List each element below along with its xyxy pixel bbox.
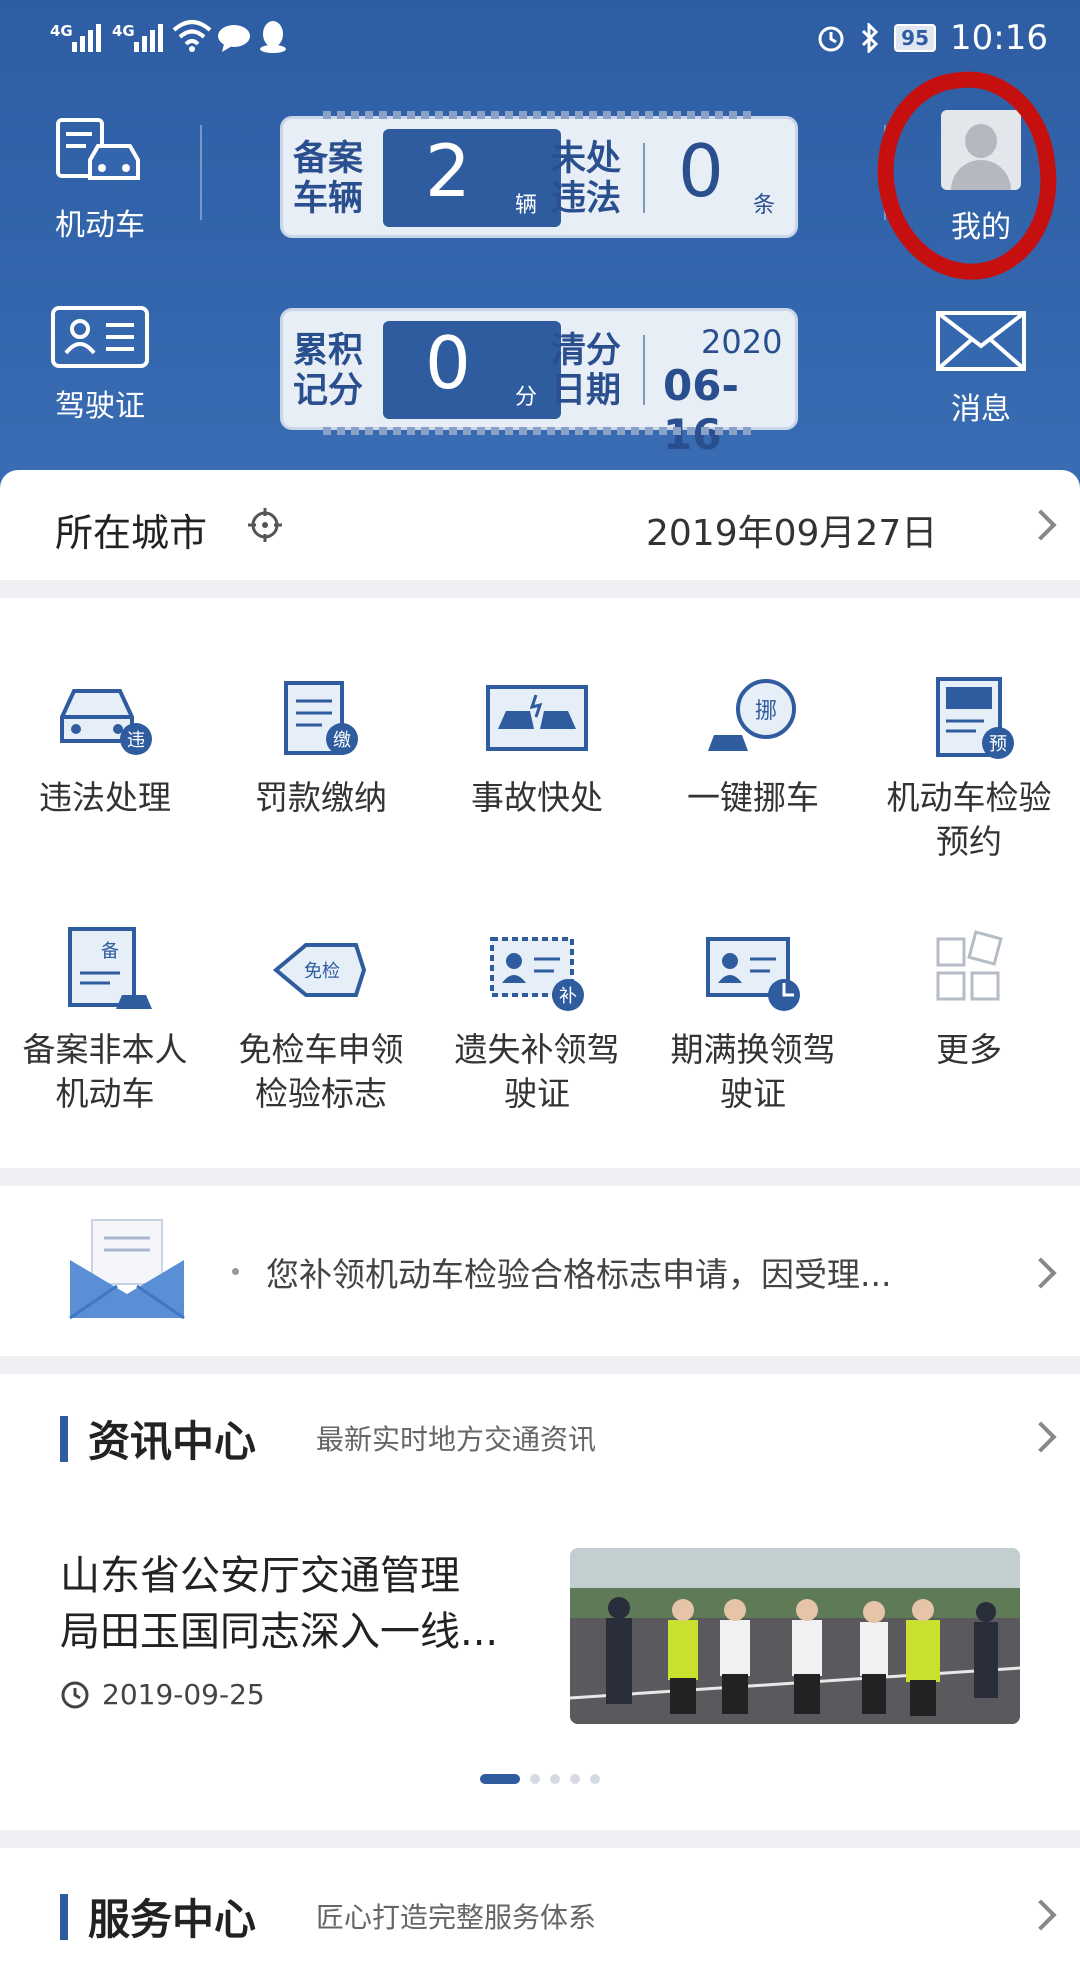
messages-entry[interactable]: 消息 — [918, 310, 1044, 428]
chevron-right-icon[interactable] — [1025, 1257, 1057, 1289]
exempt-badge-icon: 免检 — [272, 943, 367, 997]
license-entry-label: 驾驶证 — [55, 389, 145, 424]
svg-text:挪: 挪 — [755, 699, 777, 724]
news-photo[interactable] — [570, 1548, 1020, 1724]
vehicle-entry-label: 机动车 — [55, 208, 145, 243]
news-headline: 山东省公安厅交通管理 局田玉国同志深入一线... — [60, 1553, 499, 1655]
signal-icon — [72, 22, 101, 52]
register-doc-icon: 备 — [68, 927, 152, 1009]
service-register-other-vehicle[interactable]: 备 备案非本人机动车 — [0, 920, 210, 1116]
points-value: 0 — [425, 321, 471, 405]
license-entry[interactable]: 驾驶证 — [40, 305, 160, 425]
header: 4G 4G 95 10:16 机动车 驾驶证 备案 车辆 2 辆 未处 违法 0… — [0, 0, 1080, 500]
service-label: 事故快处 — [471, 778, 603, 817]
locate-icon[interactable] — [246, 506, 284, 544]
service-exempt-sticker[interactable]: 免检 免检车申领检验标志 — [216, 920, 426, 1116]
mail-icon — [936, 311, 1026, 371]
points-unit: 分 — [515, 385, 538, 410]
clear-date-year: 2020 — [701, 323, 783, 361]
points-card[interactable]: 累积记分 0 分 清分日期 2020 06-16 — [280, 308, 798, 459]
sim1-label: 4G — [50, 22, 73, 40]
vehicles-label: 备案 车辆 — [293, 139, 364, 219]
violations-unit: 条 — [753, 193, 776, 218]
service-label: 备案非本人机动车 — [22, 1030, 188, 1113]
news-date: 2019-09-25 — [102, 1678, 265, 1711]
license-renew-icon — [706, 937, 800, 1011]
chat-icon — [218, 25, 250, 52]
service-fine-payment[interactable]: 缴 罚款缴纳 — [216, 668, 426, 820]
service-section-subtitle[interactable]: 匠心打造完整服务体系 — [316, 1896, 596, 1936]
more-grid-icon — [936, 930, 1003, 1001]
wifi-icon — [172, 20, 212, 52]
service-center-section: 服务中心 匠心打造完整服务体系 — [0, 1848, 1080, 1979]
clear-date-label: 清分 日期 — [551, 331, 622, 411]
status-bar: 4G 4G 95 10:16 — [0, 0, 1080, 82]
move-car-icon: 挪 — [708, 679, 796, 751]
battery-icon: 95 — [894, 24, 937, 52]
service-section-title: 服务中心 — [88, 1895, 257, 1944]
service-grid: 违 违法处理 缴 罚款缴纳 事故快处 挪 一键挪车 预 机动车检验预约 备 备案… — [0, 598, 1080, 1168]
svg-text:预: 预 — [989, 734, 1007, 755]
sim2-label: 4G — [112, 22, 135, 40]
service-more[interactable]: 更多 — [864, 920, 1074, 1072]
clear-date-value: 06-16 — [663, 361, 739, 459]
service-label: 期满换领驾驶证 — [670, 1030, 836, 1113]
notice-text: 您补领机动车检验合格标志申请，因受理... — [266, 1255, 892, 1294]
service-label: 一键挪车 — [687, 778, 819, 817]
service-label: 违法处理 — [39, 778, 171, 817]
car-crash-icon — [486, 685, 588, 751]
vehicles-count: 2 — [425, 129, 471, 213]
service-label: 遗失补领驾驶证 — [454, 1030, 620, 1113]
city-row[interactable]: 所在城市 2019年09月27日 — [0, 470, 1080, 580]
service-label: 机动车检验预约 — [886, 778, 1052, 861]
violations-count: 0 — [678, 129, 724, 213]
vehicles-unit: 辆 — [515, 193, 538, 218]
inspection-doc-icon: 预 — [936, 677, 1014, 759]
service-label: 罚款缴纳 — [255, 778, 387, 817]
svg-text:补: 补 — [559, 986, 577, 1007]
vehicle-doc-icon — [56, 118, 140, 180]
envelope-icon — [69, 1219, 185, 1320]
svg-text:缴: 缴 — [333, 730, 351, 751]
svg-text:免检: 免检 — [304, 961, 340, 982]
bill-icon: 缴 — [284, 681, 358, 755]
carousel-indicator[interactable] — [480, 1774, 600, 1784]
service-violation[interactable]: 违 违法处理 — [0, 668, 210, 820]
violations-label: 未处 违法 — [551, 139, 622, 219]
bluetooth-icon — [862, 23, 879, 53]
city-date: 2019年09月27日 — [646, 513, 938, 554]
points-label: 累积 记分 — [293, 331, 364, 411]
news-section-subtitle[interactable]: 最新实时地方交通资讯 — [316, 1418, 596, 1458]
clock-icon — [61, 1681, 89, 1709]
car-violation-icon: 违 — [60, 689, 152, 755]
service-renew-license[interactable]: 期满换领驾驶证 — [648, 920, 858, 1116]
status-time: 10:16 — [950, 18, 1048, 58]
vehicle-violation-card[interactable]: 备案 车辆 2 辆 未处 违法 0 条 — [280, 111, 798, 238]
svg-text:备: 备 — [101, 941, 119, 962]
service-replace-lost-license[interactable]: 补 遗失补领驾驶证 — [432, 920, 642, 1116]
chevron-right-icon[interactable] — [1025, 509, 1057, 541]
license-card-icon — [51, 306, 149, 368]
news-section-title: 资讯中心 — [88, 1417, 257, 1466]
svg-text:违: 违 — [127, 730, 145, 751]
service-accident[interactable]: 事故快处 — [432, 668, 642, 820]
vehicle-entry[interactable]: 机动车 — [40, 112, 160, 244]
license-replace-icon: 补 — [490, 937, 584, 1011]
chevron-right-icon[interactable] — [1025, 1899, 1057, 1931]
service-inspection-booking[interactable]: 预 机动车检验预约 — [864, 668, 1074, 864]
highlight-circle — [867, 63, 1067, 289]
qq-icon — [260, 21, 286, 53]
city-label: 所在城市 — [55, 511, 208, 555]
messages-label: 消息 — [951, 392, 1011, 427]
service-label: 更多 — [936, 1030, 1002, 1069]
signal-icon-2 — [134, 22, 163, 52]
service-label: 免检车申领检验标志 — [238, 1030, 404, 1113]
service-move-car[interactable]: 挪 一键挪车 — [648, 668, 858, 820]
chevron-right-icon[interactable] — [1025, 1421, 1057, 1453]
alarm-icon — [818, 26, 844, 52]
notice-row[interactable]: 您补领机动车检验合格标志申请，因受理... — [0, 1186, 1080, 1356]
